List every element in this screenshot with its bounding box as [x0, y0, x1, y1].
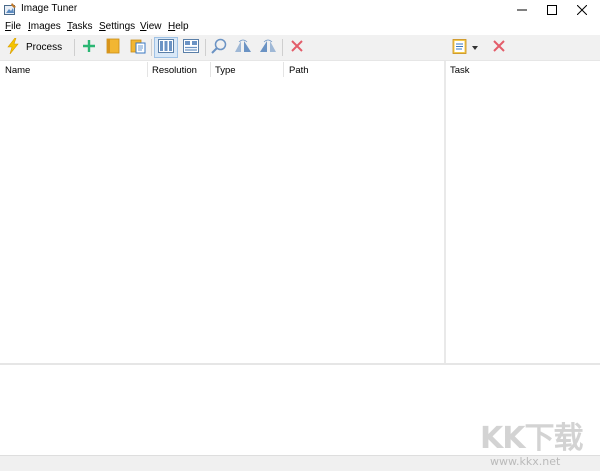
image-tuner-app-icon [4, 3, 17, 15]
menu-view[interactable]: View [140, 21, 162, 32]
lightning-icon [6, 37, 20, 57]
column-divider[interactable] [283, 62, 284, 77]
flip-horizontal-icon [234, 39, 252, 56]
menu-settings[interactable]: Settings [99, 21, 135, 32]
task-list-button[interactable] [448, 37, 482, 58]
menu-bar: File Images Tasks Settings View Help [0, 19, 600, 35]
flip-vertical-icon [259, 39, 277, 56]
zoom-icon [211, 38, 227, 57]
view-list-button[interactable] [154, 37, 178, 58]
vertical-splitter[interactable] [444, 61, 446, 363]
image-list-header: Name Resolution Type Path [0, 61, 444, 78]
remove-button[interactable] [287, 37, 307, 58]
menu-file[interactable]: File [5, 21, 21, 32]
view-list-icon [158, 39, 174, 56]
view-details-button[interactable] [180, 37, 202, 58]
menu-help[interactable]: Help [168, 21, 189, 32]
watermark: KK下载 www.kkx.net [480, 413, 590, 468]
paste-button[interactable] [128, 37, 148, 58]
toolbar-separator [74, 39, 75, 56]
remove-icon [291, 40, 303, 55]
watermark-logo: KK下载 [480, 421, 583, 456]
toolbar-separator [282, 39, 283, 56]
flip-vertical-button[interactable] [258, 37, 278, 58]
close-icon[interactable] [566, 0, 598, 19]
process-button[interactable]: Process [3, 37, 76, 58]
process-label: Process [26, 42, 63, 53]
minimize-icon[interactable] [506, 0, 538, 19]
menu-tasks[interactable]: Tasks [67, 21, 93, 32]
maximize-icon[interactable] [536, 0, 568, 19]
remove-task-icon [493, 40, 505, 55]
toolbar: Process [0, 35, 600, 61]
column-header-path[interactable]: Path [289, 65, 309, 76]
task-list-icon [452, 38, 468, 57]
watermark-url: www.kkx.net [490, 455, 561, 468]
column-divider[interactable] [147, 62, 148, 77]
title-bar[interactable]: Image Tuner [0, 0, 600, 19]
add-folder-icon [106, 38, 120, 57]
view-details-icon [183, 39, 199, 56]
column-header-type[interactable]: Type [215, 65, 236, 76]
add-icon [82, 39, 96, 56]
remove-task-button[interactable] [489, 37, 509, 58]
dropdown-arrow-icon[interactable] [472, 42, 478, 53]
menu-images[interactable]: Images [28, 21, 61, 32]
toolbar-separator [205, 39, 206, 56]
add-images-button[interactable] [79, 37, 99, 58]
window-title: Image Tuner [21, 3, 78, 14]
column-header-task[interactable]: Task [450, 65, 470, 76]
flip-horizontal-button[interactable] [233, 37, 253, 58]
task-list-header: Task [446, 61, 600, 78]
zoom-button[interactable] [209, 37, 229, 58]
paste-icon [130, 38, 146, 57]
add-folder-button[interactable] [103, 37, 123, 58]
column-divider[interactable] [210, 62, 211, 77]
toolbar-separator [151, 39, 152, 56]
app-window: Image Tuner File Images Tasks Settings V… [0, 0, 600, 471]
column-header-resolution[interactable]: Resolution [152, 65, 197, 76]
column-header-name[interactable]: Name [5, 65, 30, 76]
